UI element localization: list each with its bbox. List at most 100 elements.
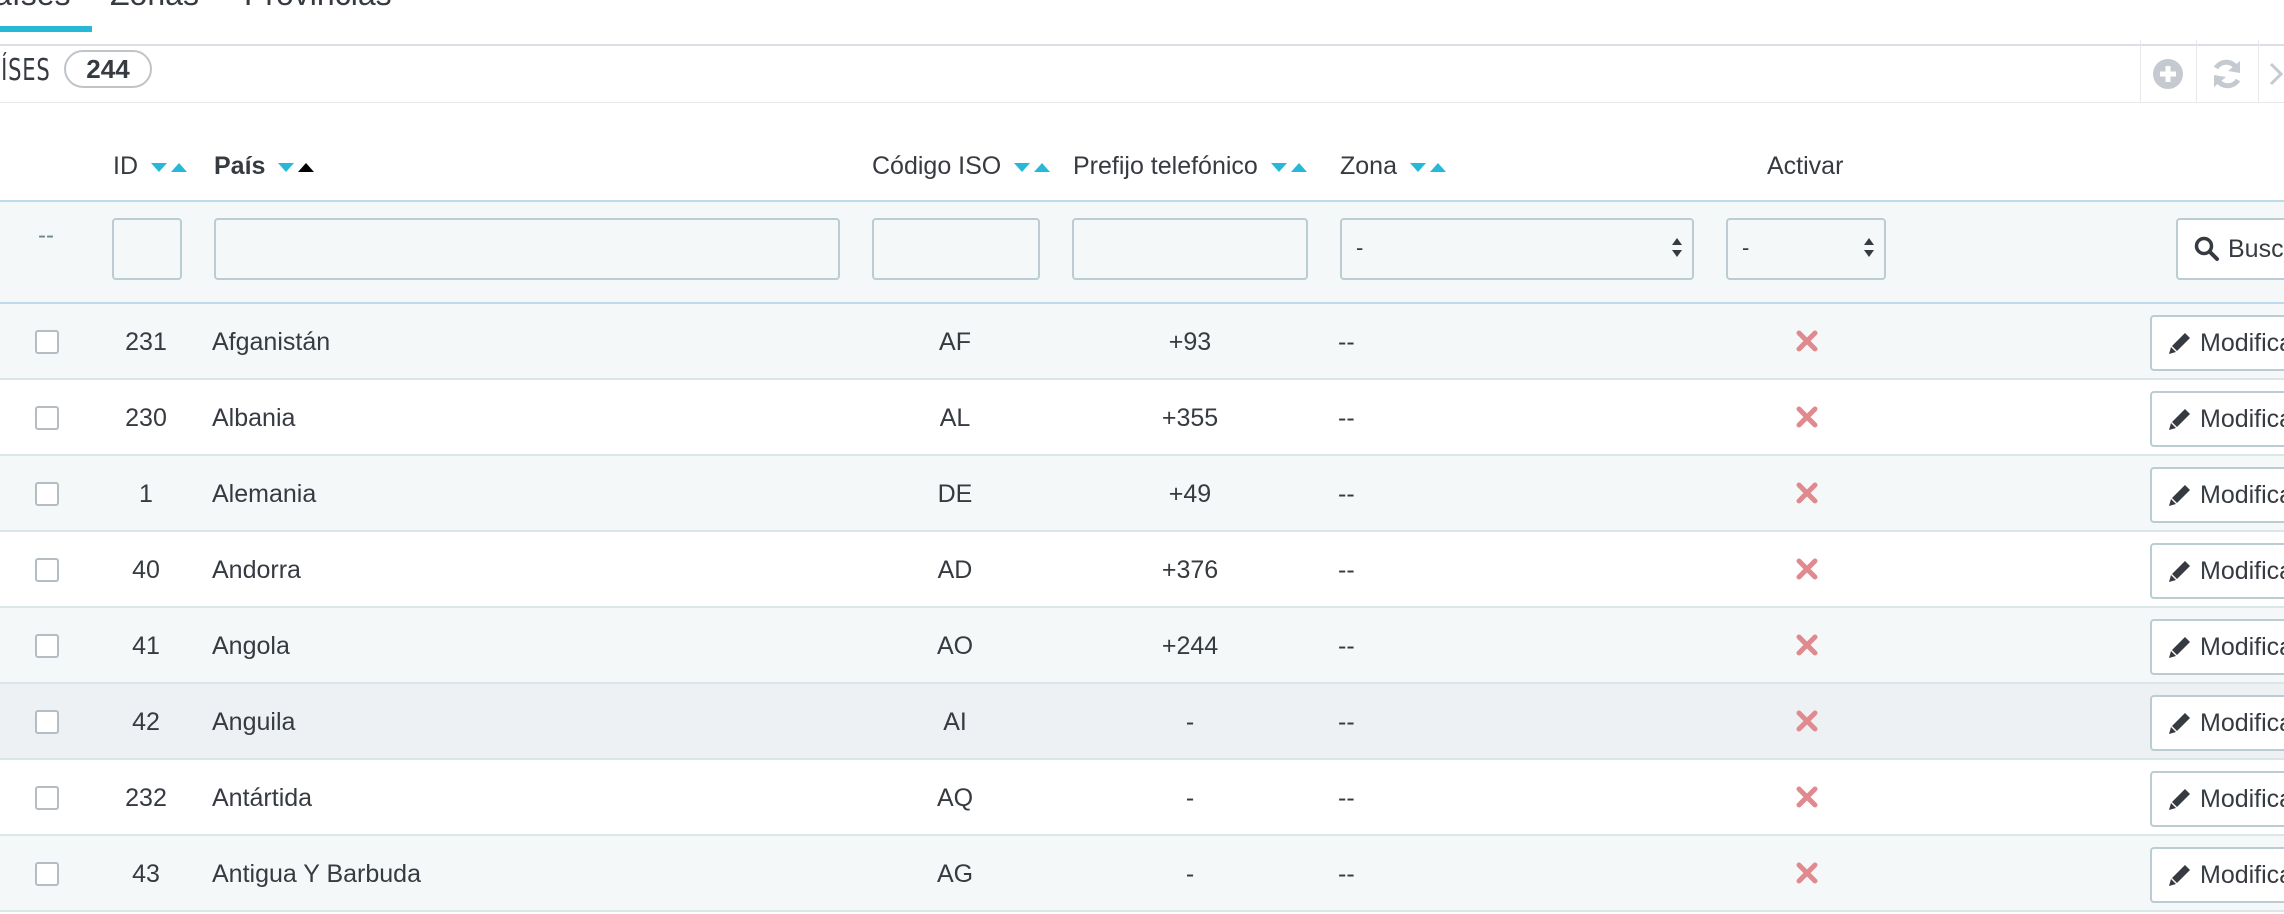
- cell-id[interactable]: 1: [110, 456, 182, 532]
- add-icon[interactable]: [2152, 58, 2184, 90]
- cell-iso[interactable]: AD: [905, 532, 1005, 608]
- sort-controls[interactable]: [1409, 150, 1450, 179]
- cell-phone[interactable]: +93: [1120, 304, 1260, 380]
- sort-controls[interactable]: [278, 150, 318, 179]
- cell-phone[interactable]: -: [1120, 760, 1260, 836]
- cell-phone[interactable]: -: [1120, 836, 1260, 912]
- sort-desc-icon[interactable]: [1409, 162, 1426, 172]
- sort-desc-icon[interactable]: [278, 162, 295, 172]
- cell-phone[interactable]: -: [1120, 684, 1260, 760]
- cell-country[interactable]: Angola: [212, 608, 290, 684]
- filter-id-input[interactable]: [112, 218, 182, 280]
- sort-desc-icon[interactable]: [1014, 162, 1031, 172]
- inactive-status-icon[interactable]: [1796, 634, 1818, 656]
- cell-id[interactable]: 232: [110, 760, 182, 836]
- table-row: 43 Antigua Y Barbuda AG - -- Modifica: [0, 836, 2284, 912]
- cell-zone[interactable]: --: [1338, 836, 1355, 912]
- refresh-icon[interactable]: [2210, 58, 2242, 90]
- edit-button[interactable]: Modifica: [2150, 847, 2284, 903]
- row-checkbox[interactable]: [35, 330, 59, 354]
- cell-id[interactable]: 41: [110, 608, 182, 684]
- cell-zone[interactable]: --: [1338, 684, 1355, 760]
- row-checkbox[interactable]: [35, 786, 59, 810]
- cell-country[interactable]: Afganistán: [212, 304, 330, 380]
- cell-zone[interactable]: --: [1338, 304, 1355, 380]
- table-row: 41 Angola AO +244 -- Modifica: [0, 608, 2284, 684]
- more-icon[interactable]: [2268, 58, 2284, 90]
- cell-country[interactable]: Antártida: [212, 760, 312, 836]
- cell-phone[interactable]: +355: [1120, 380, 1260, 456]
- cell-zone[interactable]: --: [1338, 760, 1355, 836]
- search-button[interactable]: Busca: [2176, 218, 2284, 280]
- row-checkbox[interactable]: [35, 482, 59, 506]
- filter-phone-input[interactable]: [1072, 218, 1308, 280]
- inactive-status-icon[interactable]: [1796, 710, 1818, 732]
- cell-zone[interactable]: --: [1338, 608, 1355, 684]
- cell-id[interactable]: 230: [110, 380, 182, 456]
- cell-zone[interactable]: --: [1338, 532, 1355, 608]
- inactive-status-icon[interactable]: [1796, 330, 1818, 352]
- sort-controls[interactable]: [1270, 150, 1311, 179]
- sort-desc-icon[interactable]: [150, 162, 167, 172]
- inactive-status-icon[interactable]: [1796, 406, 1818, 428]
- filter-country-input[interactable]: [214, 218, 840, 280]
- tab-zones[interactable]: Zonas: [110, 0, 199, 13]
- row-checkbox[interactable]: [35, 634, 59, 658]
- cell-country[interactable]: Andorra: [212, 532, 301, 608]
- cell-iso[interactable]: DE: [905, 456, 1005, 532]
- cell-iso[interactable]: AL: [905, 380, 1005, 456]
- cell-id[interactable]: 43: [110, 836, 182, 912]
- sort-asc-icon[interactable]: [1429, 162, 1446, 172]
- sort-controls[interactable]: [150, 150, 191, 179]
- column-header-iso[interactable]: Código ISO: [872, 152, 1054, 182]
- sort-asc-icon[interactable]: [170, 162, 187, 172]
- tab-provinces[interactable]: Provincias: [244, 0, 392, 13]
- inactive-status-icon[interactable]: [1796, 862, 1818, 884]
- inactive-status-icon[interactable]: [1796, 558, 1818, 580]
- row-checkbox[interactable]: [35, 406, 59, 430]
- cell-id[interactable]: 42: [110, 684, 182, 760]
- edit-button[interactable]: Modifica: [2150, 619, 2284, 675]
- edit-button[interactable]: Modifica: [2150, 391, 2284, 447]
- edit-button[interactable]: Modifica: [2150, 543, 2284, 599]
- column-header-phone[interactable]: Prefijo telefónico: [1073, 152, 1311, 182]
- column-header-zone[interactable]: Zona: [1340, 152, 1450, 182]
- select-arrows-icon: [1672, 236, 1682, 262]
- edit-button[interactable]: Modifica: [2150, 467, 2284, 523]
- cell-country[interactable]: Albania: [212, 380, 295, 456]
- row-checkbox[interactable]: [35, 558, 59, 582]
- sort-desc-icon[interactable]: [1270, 162, 1287, 172]
- filter-active-select[interactable]: -: [1726, 218, 1886, 280]
- row-checkbox[interactable]: [35, 710, 59, 734]
- cell-country[interactable]: Anguila: [212, 684, 295, 760]
- filter-iso-input[interactable]: [872, 218, 1040, 280]
- cell-phone[interactable]: +376: [1120, 532, 1260, 608]
- sort-asc-icon[interactable]: [1290, 162, 1307, 172]
- cell-zone[interactable]: --: [1338, 380, 1355, 456]
- cell-id[interactable]: 40: [110, 532, 182, 608]
- cell-id[interactable]: 231: [110, 304, 182, 380]
- cell-iso[interactable]: AG: [905, 836, 1005, 912]
- edit-button[interactable]: Modifica: [2150, 315, 2284, 371]
- sort-controls[interactable]: [1014, 150, 1054, 179]
- cell-iso[interactable]: AQ: [905, 760, 1005, 836]
- inactive-status-icon[interactable]: [1796, 786, 1818, 808]
- edit-button[interactable]: Modifica: [2150, 695, 2284, 751]
- sort-asc-icon[interactable]: [1034, 162, 1051, 172]
- column-header-country[interactable]: País: [214, 152, 318, 182]
- edit-button[interactable]: Modifica: [2150, 771, 2284, 827]
- cell-country[interactable]: Alemania: [212, 456, 316, 532]
- row-checkbox[interactable]: [35, 862, 59, 886]
- cell-iso[interactable]: AO: [905, 608, 1005, 684]
- cell-iso[interactable]: AF: [905, 304, 1005, 380]
- cell-zone[interactable]: --: [1338, 456, 1355, 532]
- cell-iso[interactable]: AI: [905, 684, 1005, 760]
- sort-asc-icon[interactable]: [298, 162, 315, 172]
- inactive-status-icon[interactable]: [1796, 482, 1818, 504]
- cell-phone[interactable]: +244: [1120, 608, 1260, 684]
- tab-countries[interactable]: aíses: [0, 0, 70, 13]
- cell-phone[interactable]: +49: [1120, 456, 1260, 532]
- column-header-id[interactable]: ID: [113, 152, 191, 182]
- filter-zone-select[interactable]: -: [1340, 218, 1694, 280]
- cell-country[interactable]: Antigua Y Barbuda: [212, 836, 421, 912]
